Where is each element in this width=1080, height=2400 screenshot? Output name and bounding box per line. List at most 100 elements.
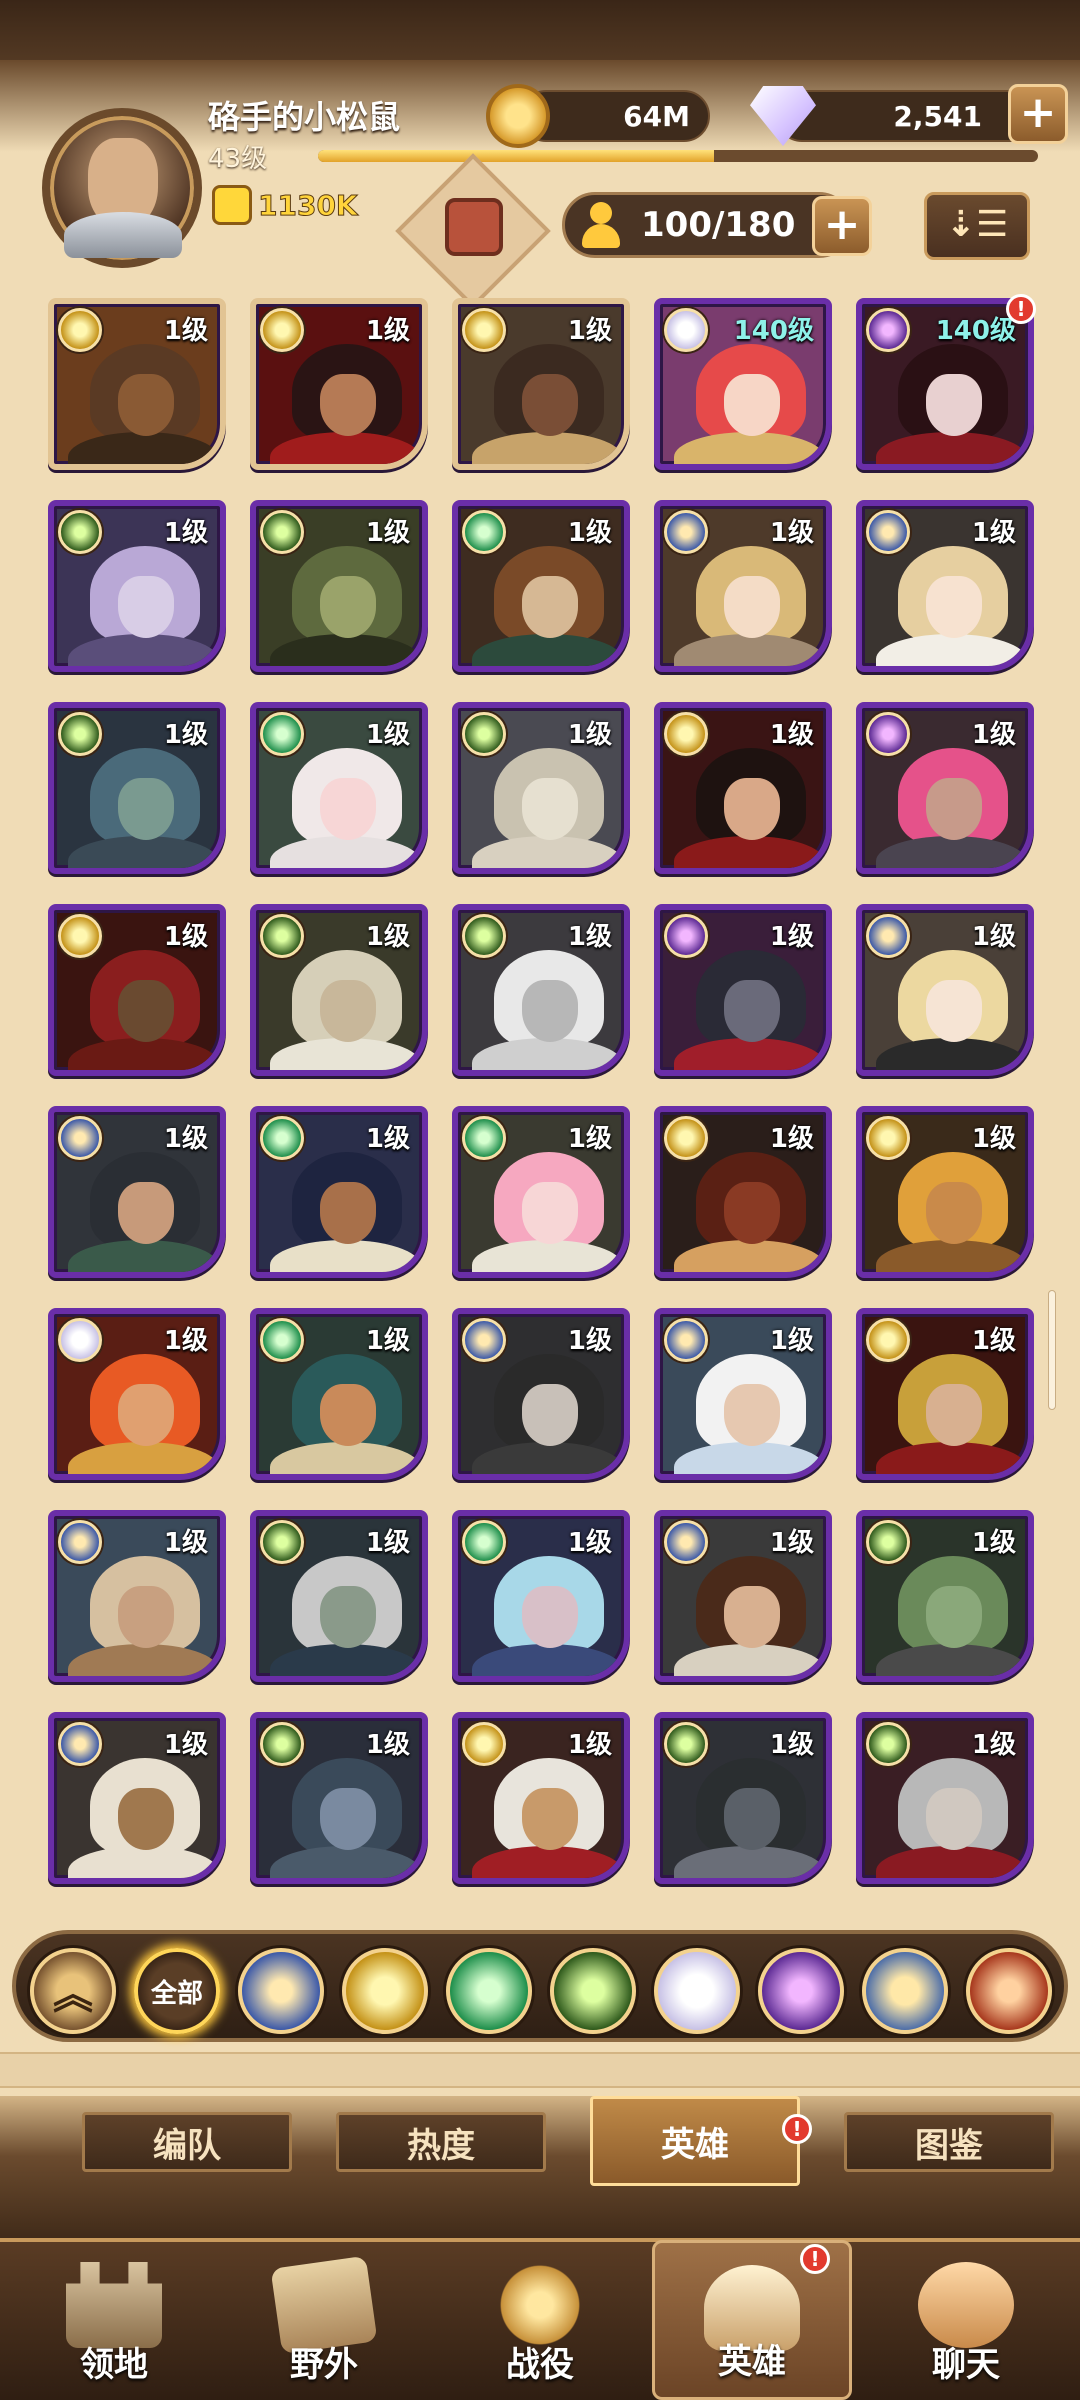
- hero-card[interactable]: 1级: [654, 1712, 832, 1884]
- power-value: 1130K: [258, 188, 359, 222]
- hero-card[interactable]: 1级: [452, 904, 630, 1076]
- faction-icon: [664, 510, 708, 554]
- hero-card[interactable]: 1级: [250, 500, 428, 672]
- faction-icon: [58, 308, 102, 352]
- faction-icon: [866, 1722, 910, 1766]
- faction-filter-bar: ︽ 全部: [12, 1930, 1068, 2042]
- graveborn-icon[interactable]: [550, 1948, 636, 2034]
- hero-card[interactable]: 1级: [856, 1106, 1034, 1278]
- diamond-counter: 2,541: [776, 90, 1046, 142]
- tab-heroes[interactable]: 英雄: [590, 2096, 800, 2186]
- tab-codex[interactable]: 图鉴: [844, 2112, 1054, 2172]
- faction-icon: [866, 914, 910, 958]
- hero-card[interactable]: 1级: [250, 1510, 428, 1682]
- player-level: 43级: [208, 144, 268, 174]
- hero-level: 1级: [769, 720, 814, 750]
- faction-icon: [866, 1318, 910, 1362]
- hero-card[interactable]: 1级: [250, 904, 428, 1076]
- expand-capacity-button[interactable]: +: [812, 196, 872, 256]
- hero-card[interactable]: 1级: [452, 500, 630, 672]
- castle-icon: [66, 2262, 162, 2348]
- hero-card[interactable]: 1级: [48, 500, 226, 672]
- hero-card[interactable]: 1级: [48, 1510, 226, 1682]
- lightbearer-icon[interactable]: [342, 1948, 428, 2034]
- hypogean-icon[interactable]: [758, 1948, 844, 2034]
- hero-card[interactable]: 1级: [48, 904, 226, 1076]
- fortress-icon[interactable]: [238, 1948, 324, 2034]
- hero-card[interactable]: 1级: [452, 1510, 630, 1682]
- hero-card[interactable]: 1级: [856, 1308, 1034, 1480]
- hero-level: 1级: [163, 1326, 208, 1356]
- hero-card[interactable]: 1级: [48, 1712, 226, 1884]
- hero-card[interactable]: 1级: [48, 702, 226, 874]
- hero-card[interactable]: 1级: [48, 1308, 226, 1480]
- hero-level: 1级: [163, 518, 208, 548]
- collapse-filter-button[interactable]: ︽: [30, 1948, 116, 2034]
- hero-level: 1级: [163, 922, 208, 952]
- hero-card[interactable]: 1级: [654, 1106, 832, 1278]
- hero-card[interactable]: 1级: [250, 1712, 428, 1884]
- hero-card[interactable]: 1级: [654, 904, 832, 1076]
- nav-wilderness[interactable]: 野外: [224, 2240, 424, 2400]
- faction-icon: [260, 1722, 304, 1766]
- subtab-divider: [0, 2052, 1080, 2088]
- hero-level: 1级: [567, 1730, 612, 1760]
- hero-card[interactable]: 1级: [452, 1106, 630, 1278]
- hero-card[interactable]: 1级: [654, 702, 832, 874]
- hero-level: 1级: [769, 518, 814, 548]
- hero-card[interactable]: 1级: [452, 702, 630, 874]
- faction-icon: [462, 1116, 506, 1160]
- nav-campaign[interactable]: 战役: [440, 2240, 640, 2400]
- person-icon: [578, 200, 624, 250]
- hero-card[interactable]: 1级: [654, 500, 832, 672]
- scrollbar-thumb[interactable]: [1048, 1290, 1056, 1410]
- sword-emblem-icon: [492, 2262, 588, 2348]
- hero-level: 1级: [567, 1124, 612, 1154]
- hero-level: 1级: [567, 518, 612, 548]
- sort-icon: ⇣☰: [945, 204, 1009, 245]
- tab-popularity[interactable]: 热度: [336, 2112, 546, 2172]
- nav-label: 战役: [506, 2345, 574, 2385]
- add-diamonds-button[interactable]: +: [1008, 84, 1068, 144]
- hero-level: 1级: [567, 720, 612, 750]
- hero-level: 1级: [365, 1124, 410, 1154]
- guild-emblem-icon[interactable]: [445, 198, 503, 256]
- nav-chat[interactable]: 聊天: [866, 2240, 1066, 2400]
- hero-card[interactable]: 1级: [856, 500, 1034, 672]
- hero-card[interactable]: 1级: [250, 1106, 428, 1278]
- dragon-icon[interactable]: [966, 1948, 1052, 2034]
- nav-territory[interactable]: 领地: [14, 2240, 214, 2400]
- hero-card[interactable]: 1级: [856, 702, 1034, 874]
- celestial-icon[interactable]: [654, 1948, 740, 2034]
- hero-level: 1级: [971, 922, 1016, 952]
- faction-icon: [260, 1116, 304, 1160]
- nav-label: 领地: [80, 2345, 148, 2385]
- hero-alert-badge: !: [1006, 294, 1036, 324]
- faction-icon: [462, 1722, 506, 1766]
- tab-formation[interactable]: 编队: [82, 2112, 292, 2172]
- hero-level: 140级: [935, 316, 1016, 346]
- dimensional-icon[interactable]: [862, 1948, 948, 2034]
- hero-card[interactable]: 1级: [452, 1308, 630, 1480]
- wilder-icon[interactable]: [446, 1948, 532, 2034]
- hero-card[interactable]: 1级: [654, 1510, 832, 1682]
- hero-card[interactable]: 1级: [48, 298, 226, 470]
- faction-icon: [462, 1318, 506, 1362]
- hero-card[interactable]: 1级: [856, 1510, 1034, 1682]
- hero-card[interactable]: 140级: [654, 298, 832, 470]
- hero-card[interactable]: 1级: [250, 1308, 428, 1480]
- hero-card[interactable]: 1级: [654, 1308, 832, 1480]
- hero-card[interactable]: 1级: [856, 904, 1034, 1076]
- hero-level: 1级: [365, 518, 410, 548]
- filter-all-button[interactable]: 全部: [134, 1948, 220, 2034]
- hero-level: 1级: [365, 922, 410, 952]
- hero-card[interactable]: 1级: [452, 1712, 630, 1884]
- faction-icon: [260, 914, 304, 958]
- hero-card[interactable]: 1级: [856, 1712, 1034, 1884]
- hero-card[interactable]: 1级: [250, 702, 428, 874]
- sort-button[interactable]: ⇣☰: [924, 192, 1030, 260]
- hero-card[interactable]: 1级: [48, 1106, 226, 1278]
- hero-card[interactable]: 1级: [452, 298, 630, 470]
- hero-card[interactable]: 1级: [250, 298, 428, 470]
- player-avatar[interactable]: [42, 108, 202, 268]
